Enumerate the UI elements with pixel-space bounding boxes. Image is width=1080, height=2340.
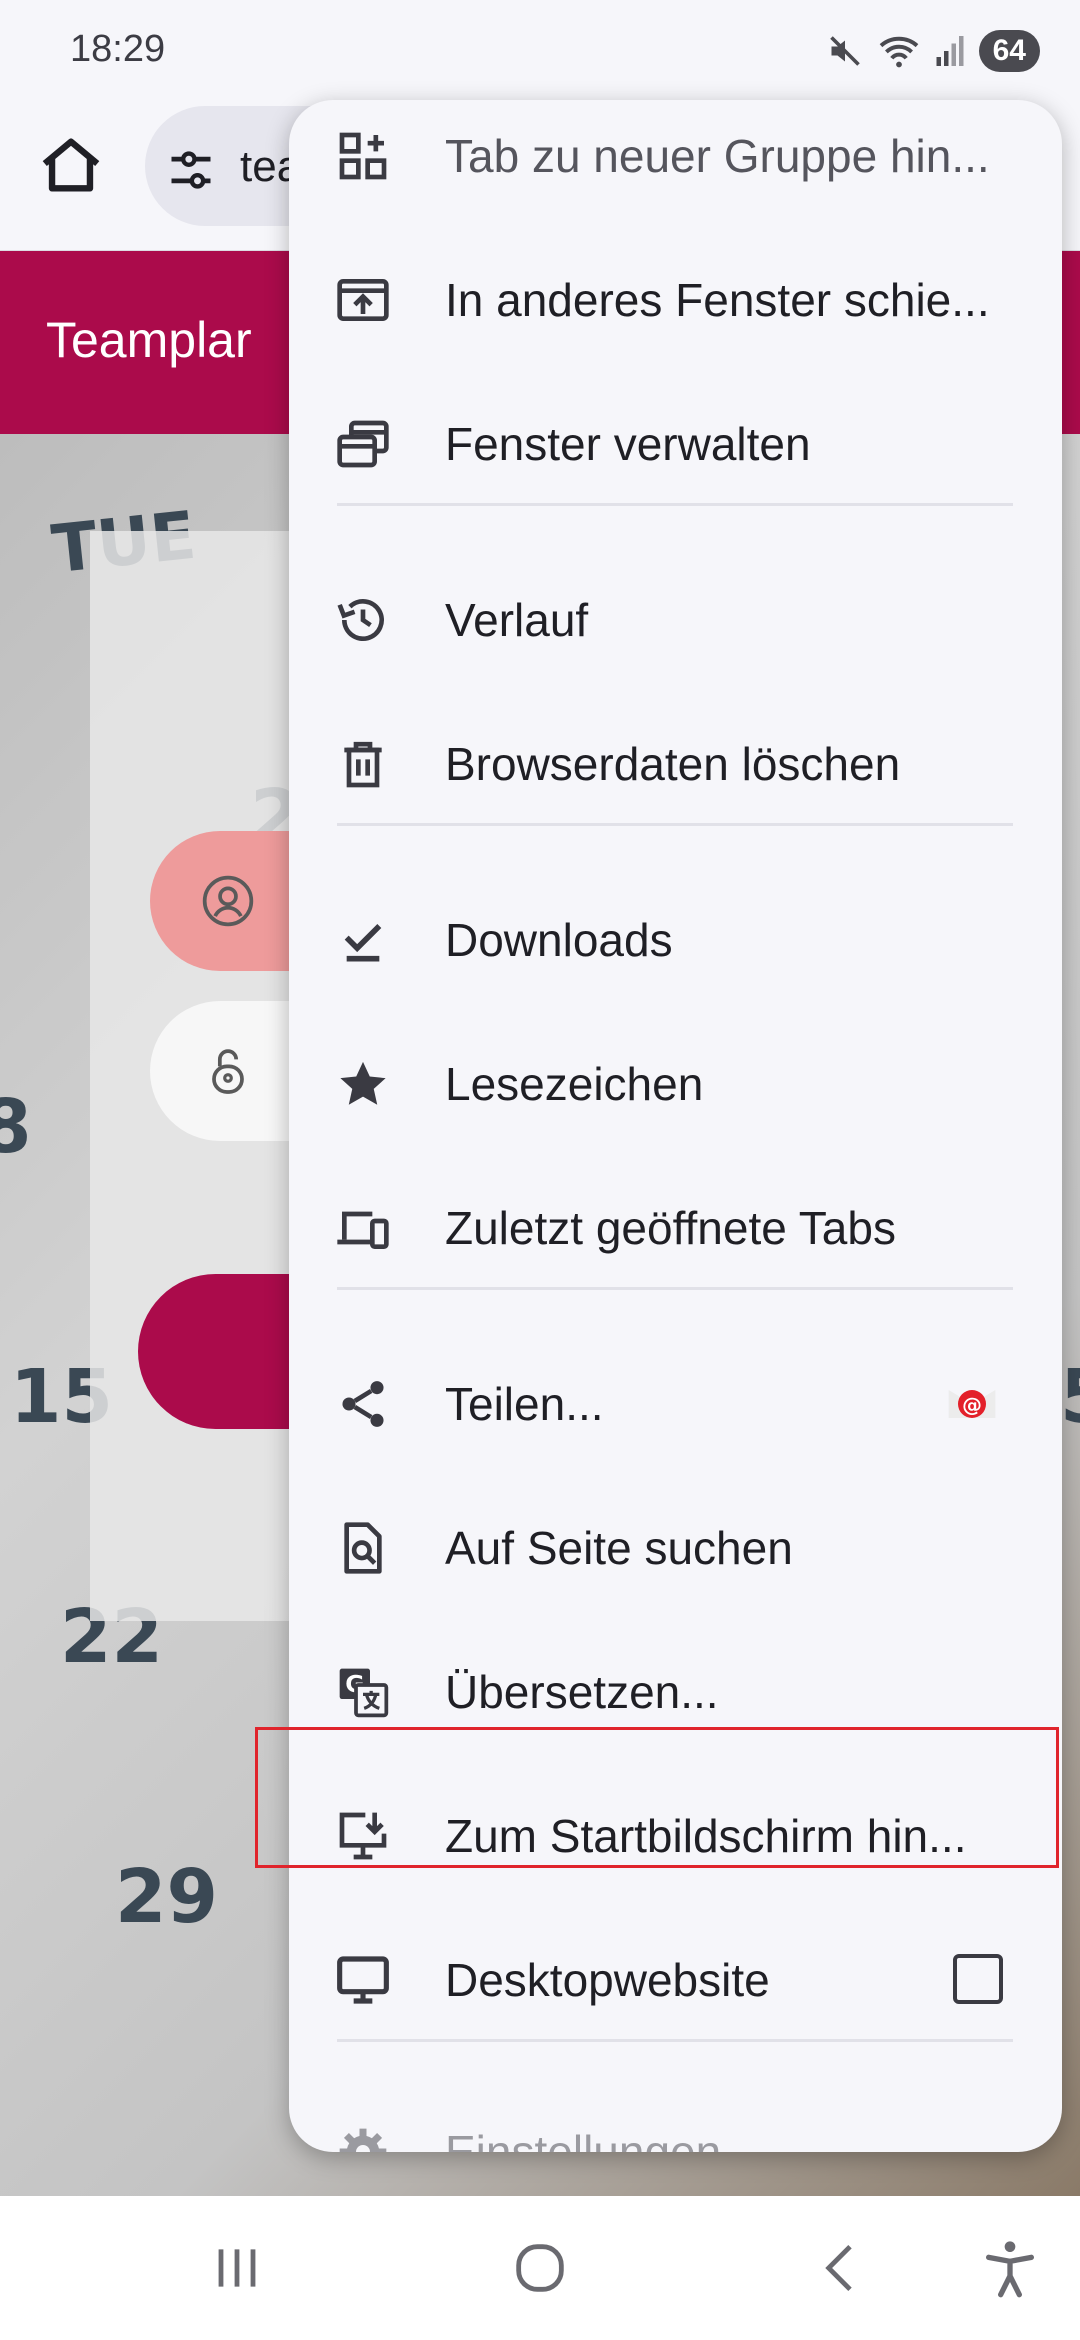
- menu-item-desktop-site[interactable]: Desktopwebsite: [289, 1908, 1062, 2052]
- calendar-number: 5: [1060, 1354, 1080, 1440]
- home-circle-icon[interactable]: [508, 2236, 572, 2300]
- home-icon: [42, 138, 100, 192]
- calendar-number: 29: [115, 1854, 218, 1940]
- lock-icon: [212, 1049, 244, 1094]
- manage-windows-icon: [337, 420, 389, 468]
- menu-item-label: Übersetzen...: [445, 1666, 719, 1718]
- user-icon: [202, 875, 254, 927]
- status-time: 18:29: [70, 28, 166, 70]
- menu-item-recent-tabs[interactable]: Zuletzt geöffnete Tabs: [289, 1156, 1062, 1300]
- desktop-icon: [337, 1956, 389, 2004]
- site-title: Teamplar: [46, 312, 252, 368]
- menu-item-history[interactable]: Verlauf: [289, 548, 1062, 692]
- accessibility-icon[interactable]: [978, 2236, 1042, 2300]
- menu-item-label: Zuletzt geöffnete Tabs: [445, 1202, 896, 1254]
- battery-icon: 64: [978, 30, 1040, 72]
- share-icon: [342, 1381, 384, 1427]
- menu-item-label: In anderes Fenster schie...: [445, 274, 990, 326]
- menu-item-settings[interactable]: Einstellungen: [289, 2080, 1062, 2152]
- status-icons: 64: [827, 26, 1040, 76]
- system-nav-bar: [0, 2196, 1080, 2340]
- menu-item-label: Downloads: [445, 914, 673, 966]
- wifi-icon: [879, 36, 918, 68]
- status-bar: 18:29 64: [0, 0, 1080, 100]
- menu-item-clear-data[interactable]: Browserdaten löschen: [289, 692, 1062, 836]
- menu-item-move-window[interactable]: In anderes Fenster schie...: [289, 228, 1062, 372]
- menu-item-manage-windows[interactable]: Fenster verwalten: [289, 372, 1062, 516]
- menu-item-label: Auf Seite suchen: [445, 1522, 793, 1574]
- menu-item-label: Verlauf: [445, 594, 589, 646]
- share-target-mail-icon[interactable]: @: [944, 1376, 1000, 1432]
- menu-item-label: Teilen...: [445, 1378, 604, 1430]
- menu-item-share[interactable]: Teilen... @: [289, 1332, 1062, 1476]
- find-in-page-icon: [344, 1522, 382, 1574]
- mail-badge-text: @: [962, 1393, 982, 1416]
- recents-icon[interactable]: [205, 2236, 269, 2300]
- menu-item-label: Fenster verwalten: [445, 418, 811, 470]
- menu-item-label: Browserdaten löschen: [445, 738, 901, 790]
- calendar-number: 8: [0, 1084, 32, 1170]
- menu-divider: [337, 1287, 1013, 1290]
- translate-icon: G: [339, 1668, 389, 1718]
- desktop-site-checkbox[interactable]: [953, 1954, 1003, 2004]
- history-icon: [337, 599, 384, 641]
- menu-item-label: Tab zu neuer Gruppe hin...: [445, 130, 990, 182]
- menu-item-label: Einstellungen: [445, 2126, 722, 2152]
- signal-icon: [936, 36, 964, 66]
- download-done-icon: [344, 924, 382, 962]
- highlight-box: [255, 1727, 1059, 1868]
- menu-item-downloads[interactable]: Downloads: [289, 868, 1062, 1012]
- menu-divider: [337, 2039, 1013, 2042]
- move-window-icon: [337, 279, 389, 321]
- menu-item-label: Desktopwebsite: [445, 1954, 770, 2006]
- trash-icon: [344, 741, 382, 788]
- home-button[interactable]: [36, 130, 106, 200]
- devices-icon: [337, 1211, 389, 1249]
- menu-item-bookmarks[interactable]: Lesezeichen: [289, 1012, 1062, 1156]
- settings-icon: [339, 2128, 387, 2152]
- star-icon: [340, 1061, 386, 1105]
- menu-divider: [337, 503, 1013, 506]
- back-icon[interactable]: [810, 2236, 874, 2300]
- menu-item-label: Lesezeichen: [445, 1058, 704, 1110]
- menu-divider: [337, 823, 1013, 826]
- menu-item-find-in-page[interactable]: Auf Seite suchen: [289, 1476, 1062, 1620]
- menu-item-tab-group[interactable]: Tab zu neuer Gruppe hin...: [289, 100, 1062, 228]
- tune-icon[interactable]: [165, 144, 217, 196]
- mute-icon: [829, 36, 860, 66]
- new-tab-group-icon: [339, 132, 387, 180]
